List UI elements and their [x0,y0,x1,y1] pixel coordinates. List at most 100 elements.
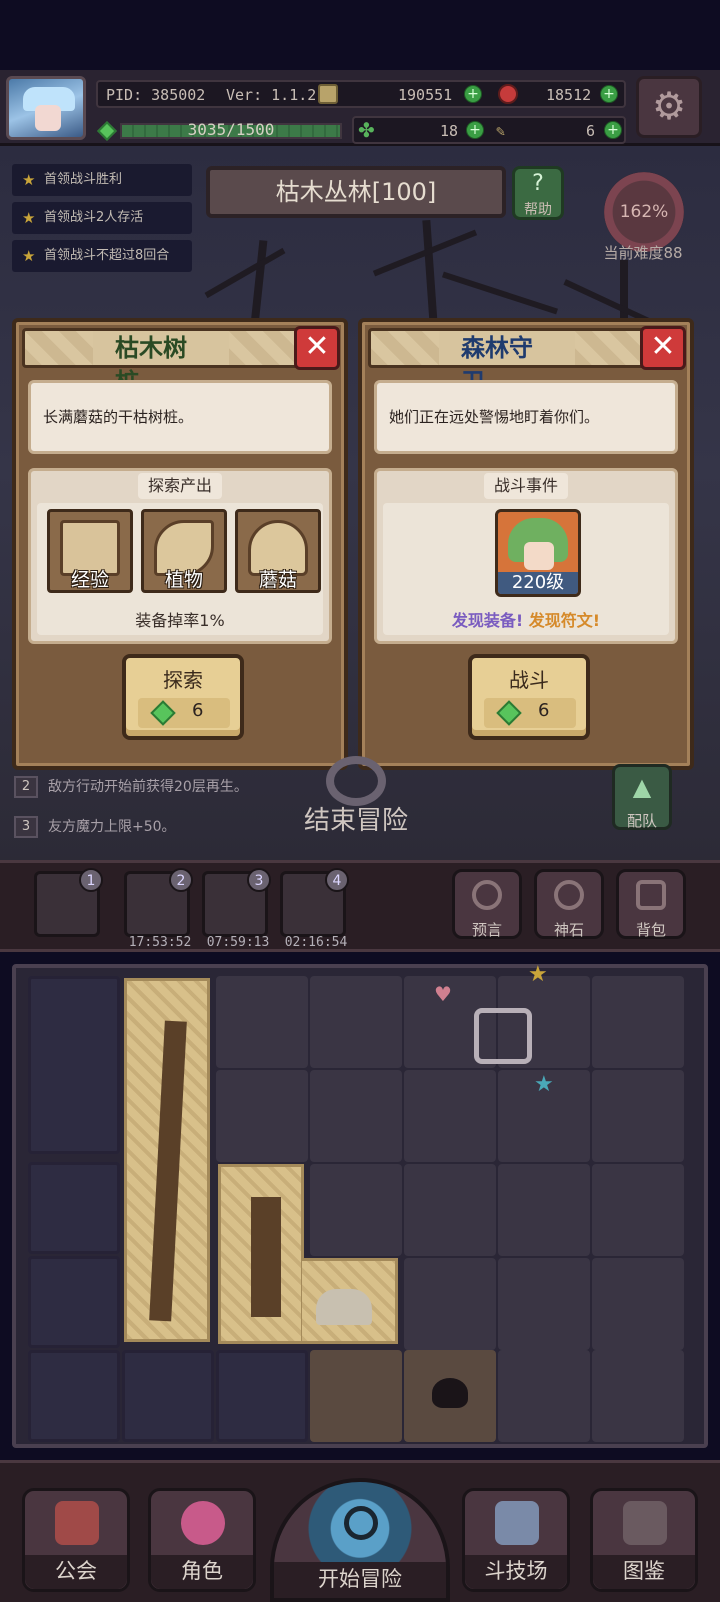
add-clover-button[interactable]: + [466,121,484,139]
grid-cell[interactable] [122,1350,214,1442]
skill-slot-1[interactable]: 1 [34,868,103,937]
close-button[interactable]: ✕ [640,326,686,370]
character-icon [181,1501,225,1545]
grid-cell[interactable] [28,1350,120,1442]
grid-cell[interactable] [216,1350,308,1442]
return-arrow-icon [326,756,386,806]
skill-slot-4[interactable]: 4 02:16:54 [280,868,349,950]
quest-item: ★ 首领战斗2人存活 [12,202,192,234]
grid-cell[interactable] [498,1350,590,1442]
star-icon: ★ [534,1072,554,1097]
add-ruby-button[interactable]: + [600,85,618,103]
grid-cell[interactable] [310,1164,402,1256]
stats-row-1: PID: 385002 Ver: 1.1.2.0 190551 + 18512 … [96,80,626,108]
battle-cost: 6 [538,700,550,721]
grid-cell[interactable] [404,1164,496,1256]
grid-cell[interactable] [216,976,308,1068]
ruby-icon [498,84,518,104]
battle-event-panel: 森林守卫 ✕ 她们正在远处警惕地盯着你们。 战斗事件 220级 发现装备! 发现… [358,318,694,770]
end-adventure-button[interactable]: 结束冒险 [296,756,416,842]
star-icon: ★ [22,171,36,189]
add-ticket-button[interactable]: + [604,121,622,139]
grid-cell[interactable] [310,976,402,1068]
help-label: 帮助 [524,202,552,218]
stats-row-2: ✤ 18 + ✎ 6 + [352,116,626,144]
grid-cell[interactable] [592,1258,684,1350]
divine-stone-button[interactable]: 神石 [534,869,604,939]
clover-amount: 18 [440,122,459,140]
reward-item-exp[interactable]: 经验 [47,509,133,593]
grid-cell[interactable] [28,976,120,1154]
reward-item-mushroom[interactable]: 蘑菇 [235,509,321,593]
grid-cell[interactable] [216,1070,308,1162]
grid-cell[interactable] [592,1350,684,1442]
map-title: 枯木丛林[100] [206,166,506,218]
explore-label: 探索 [163,668,203,692]
explore-button[interactable]: 探索 6 [122,654,244,740]
nav-arena-button[interactable]: 斗技场 [462,1488,570,1592]
star-icon: ★ [22,209,36,227]
output-box: 探索产出 经验 植物 蘑菇 装备掉率1% [28,468,332,644]
difficulty-label: 当前难度88 [603,244,683,262]
nav-guild-button[interactable]: 公会 [22,1488,130,1592]
grid-cell[interactable] [28,1256,120,1348]
player-avatar[interactable] [6,76,86,140]
difficulty-gauge: 162% [604,172,684,252]
battle-finds: 发现装备! 发现符文! [383,607,669,631]
battle-label: 战斗 [509,668,549,692]
grid-cell[interactable] [498,1258,590,1350]
gem-icon [150,700,176,726]
team-button[interactable]: ▲ 配队 [612,764,672,830]
grid-cell[interactable] [592,1070,684,1162]
pid-text: PID: 385002 [106,86,206,104]
settings-gear-icon[interactable]: ⚙ [636,76,702,138]
exploration-grid: ♥ ★ ★ [12,962,708,1448]
guild-icon [55,1501,99,1545]
rule-item: 3 友方魔力上限+50。 [12,812,292,842]
explore-cost: 6 [192,700,204,721]
enemy-level: 220级 [498,572,578,594]
help-button[interactable]: ? 帮助 [512,166,564,220]
find-rune-text: 发现符文! [528,611,601,630]
selection-cursor [474,1008,532,1064]
prophecy-icon [472,880,502,910]
grid-cell[interactable] [310,1070,402,1162]
close-button[interactable]: ✕ [294,326,340,370]
ticket-icon: ✎ [496,122,506,140]
skill-slot-3[interactable]: 3 07:59:13 [202,868,271,950]
skill-slot-2[interactable]: 2 17:53:52 [124,868,193,950]
panel-description: 她们正在远处警惕地盯着你们。 [374,380,678,454]
grid-cell[interactable] [310,1350,402,1442]
grid-cell[interactable] [592,976,684,1068]
enemy-portrait[interactable]: 220级 [495,509,581,597]
grid-cell[interactable] [28,1162,120,1254]
grid-cell[interactable] [592,1164,684,1256]
grid-cell[interactable] [404,1258,496,1350]
ruby-amount: 18512 [546,86,592,104]
divine-stone-icon [554,880,584,910]
quest-item: ★ 首领战斗胜利 [12,164,192,196]
grid-cell[interactable] [498,1164,590,1256]
backpack-icon [636,880,666,910]
rock-tile[interactable] [302,1258,398,1344]
star-icon: ★ [528,962,548,987]
drop-rate-text: 装备掉率1% [135,611,225,630]
find-equipment-text: 发现装备! [451,611,524,630]
gold-coin-icon [318,84,338,104]
ticket-amount: 6 [586,122,596,140]
backpack-button[interactable]: 背包 [616,869,686,939]
gem-icon [496,700,522,726]
quest-item: ★ 首领战斗不超过8回合 [12,240,192,272]
reward-item-plant[interactable]: 植物 [141,509,227,593]
add-gold-button[interactable]: + [464,85,482,103]
prophecy-button[interactable]: 预言 [452,869,522,939]
grid-cell[interactable] [404,1070,496,1162]
tree-stump-tile[interactable] [218,1164,304,1344]
panel-header: 森林守卫 [368,328,646,396]
nav-codex-button[interactable]: 图鉴 [590,1488,698,1592]
battle-button[interactable]: 战斗 6 [468,654,590,740]
dead-tree-tile[interactable] [124,978,210,1342]
grid-cell[interactable] [404,1350,496,1442]
nav-character-button[interactable]: 角色 [148,1488,256,1592]
magnifier-icon [344,1506,378,1540]
